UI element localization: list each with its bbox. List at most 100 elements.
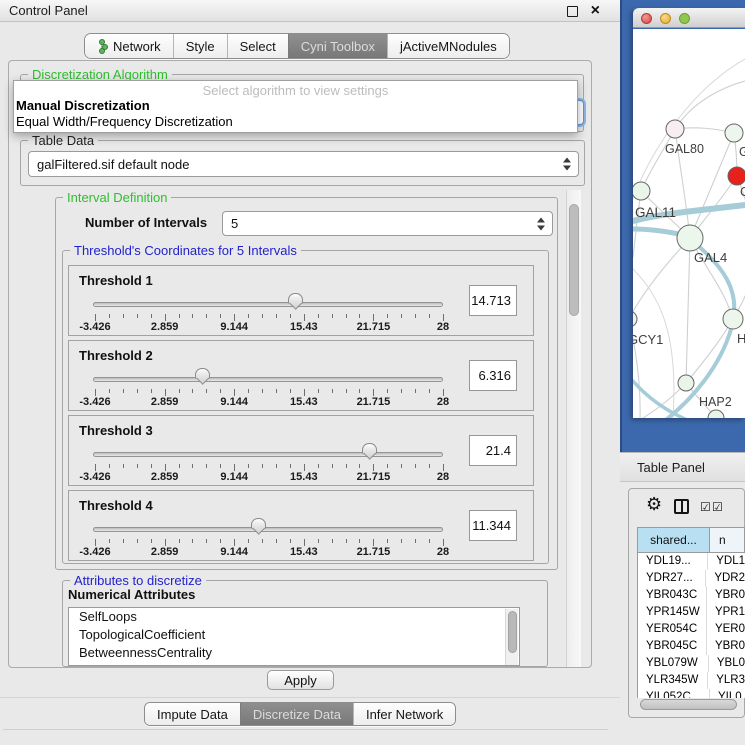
algorithm-option-manual-discretization[interactable]: Manual Discretization xyxy=(14,98,577,114)
cell-shared-name[interactable]: YLR345W xyxy=(638,672,708,689)
threshold-value-field[interactable]: 11.344 xyxy=(469,510,517,541)
slider-thumb[interactable] xyxy=(195,368,210,379)
network-node-gal4[interactable] xyxy=(677,225,703,251)
attribute-item-topologicalcoefficient[interactable]: TopologicalCoefficient xyxy=(69,626,519,644)
slider-track[interactable] xyxy=(93,452,443,457)
threshold-value-field[interactable]: 21.4 xyxy=(469,435,517,466)
tab-style[interactable]: Style xyxy=(173,34,227,58)
tick-label: 9.144 xyxy=(220,546,248,558)
table-row[interactable]: YDR27...YDR2 xyxy=(638,570,745,587)
network-node-gcy1[interactable] xyxy=(633,311,637,327)
cell-name[interactable]: YBR0 xyxy=(707,587,745,604)
cell-shared-name[interactable]: YBR045C xyxy=(638,638,707,655)
algorithm-option-equal-width-frequency-discretization[interactable]: Equal Width/Frequency Discretization xyxy=(14,114,577,130)
network-window-titlebar[interactable] xyxy=(633,8,745,28)
algorithm-dropdown-popup: Select algorithm to view settings Manual… xyxy=(13,80,578,133)
cell-name[interactable]: YBL0 xyxy=(709,655,745,672)
scrollbar-thumb[interactable] xyxy=(508,611,517,653)
float-window-icon[interactable] xyxy=(567,6,578,17)
column-header-shared-name[interactable]: shared... xyxy=(638,528,710,552)
tab-label: Select xyxy=(240,39,276,54)
slider-thumb[interactable] xyxy=(251,518,266,529)
control-panel-title: Control Panel xyxy=(9,3,88,18)
bottom-tab-discretize-data[interactable]: Discretize Data xyxy=(240,703,353,725)
attribute-item-betweennesscentrality[interactable]: BetweennessCentrality xyxy=(69,644,519,662)
checkbox-icon[interactable]: ☑ xyxy=(712,501,723,513)
cell-shared-name[interactable]: YDR27... xyxy=(638,570,706,587)
mac-zoom-button[interactable] xyxy=(679,13,690,24)
numerical-attributes-list[interactable]: SelfLoopsTopologicalCoefficientBetweenne… xyxy=(68,607,520,666)
network-node-hap2[interactable] xyxy=(678,375,694,391)
slider-track[interactable] xyxy=(93,527,443,532)
cell-name[interactable]: YBR0 xyxy=(707,638,745,655)
tick-label: 28 xyxy=(437,546,449,558)
column-header-name[interactable]: n xyxy=(710,528,744,552)
threshold-value-field[interactable]: 14.713 xyxy=(469,285,517,316)
network-node-upper-right[interactable] xyxy=(725,124,743,142)
table-row[interactable]: YLR345WYLR3 xyxy=(638,672,745,689)
mac-minimize-button[interactable] xyxy=(660,13,671,24)
tick-label: 28 xyxy=(437,471,449,483)
cell-shared-name[interactable]: YIL052C xyxy=(638,689,710,698)
table-row[interactable]: YBR043CYBR0 xyxy=(638,587,745,604)
slider-thumb[interactable] xyxy=(362,443,377,454)
network-edge xyxy=(633,191,641,257)
mac-close-button[interactable] xyxy=(641,13,652,24)
node-label-gcy1: GCY1 xyxy=(633,332,663,347)
close-icon[interactable]: × xyxy=(591,1,600,21)
network-edge xyxy=(641,129,675,191)
table-row[interactable]: YDL19...YDL1 xyxy=(638,553,745,570)
tick-label: 28 xyxy=(437,396,449,408)
tick-label: 28 xyxy=(437,321,449,333)
tab-network[interactable]: Network xyxy=(85,34,173,58)
tab-cyni-toolbox[interactable]: Cyni Toolbox xyxy=(288,34,387,58)
scrollbar-thumb[interactable] xyxy=(569,204,579,316)
cell-name[interactable]: YIL0 xyxy=(710,689,745,698)
cyni-bottom-tabs: Impute DataDiscretize DataInfer Network xyxy=(144,702,456,726)
cell-name[interactable]: YDR2 xyxy=(706,570,745,587)
table-row[interactable]: YPR145WYPR1 xyxy=(638,604,745,621)
bottom-tab-impute-data[interactable]: Impute Data xyxy=(145,703,240,725)
cell-shared-name[interactable]: YBL079W xyxy=(638,655,709,672)
cell-name[interactable]: YPR1 xyxy=(707,604,745,621)
network-node-red-node[interactable] xyxy=(728,167,745,185)
checkbox-icon[interactable]: ☑ xyxy=(700,501,711,513)
attributes-group-label: Attributes to discretize xyxy=(70,573,206,588)
cell-shared-name[interactable]: YPR145W xyxy=(638,604,707,621)
network-node-gal80[interactable] xyxy=(666,120,684,138)
gear-icon[interactable]: ⚙ xyxy=(646,494,662,514)
number-of-intervals-combo[interactable]: 5 xyxy=(222,211,553,236)
number-of-intervals-label: Number of Intervals xyxy=(85,215,207,230)
threshold-value-field[interactable]: 6.316 xyxy=(469,360,517,391)
horizontal-scrollbar[interactable] xyxy=(640,699,737,710)
cell-name[interactable]: YER0 xyxy=(707,621,745,638)
apply-button[interactable]: Apply xyxy=(267,670,334,690)
table-row[interactable]: YBR045CYBR0 xyxy=(638,638,745,655)
tab-jactivemnodules[interactable]: jActiveMNodules xyxy=(387,34,509,58)
attribute-item-selfloops[interactable]: SelfLoops xyxy=(69,608,519,626)
cell-name[interactable]: YDL1 xyxy=(708,553,745,570)
content-scrollbar[interactable] xyxy=(566,190,581,667)
slider-thumb[interactable] xyxy=(288,293,303,304)
list-scrollbar[interactable] xyxy=(505,609,518,665)
table-data-combo[interactable]: galFiltered.sif default node xyxy=(28,151,579,177)
table-row[interactable]: YBL079WYBL0 xyxy=(638,655,745,672)
tick-label: 9.144 xyxy=(220,396,248,408)
table-row[interactable]: YER054CYER0 xyxy=(638,621,745,638)
cell-shared-name[interactable]: YER054C xyxy=(638,621,707,638)
bottom-tab-infer-network[interactable]: Infer Network xyxy=(353,703,455,725)
node-label-gal4: GAL4 xyxy=(694,250,727,265)
split-panel-icon[interactable] xyxy=(674,499,689,514)
cell-shared-name[interactable]: YBR043C xyxy=(638,587,707,604)
cell-name[interactable]: YLR3 xyxy=(708,672,745,689)
tab-select[interactable]: Select xyxy=(227,34,288,58)
network-view[interactable]: GAL80GACGAL11GAL4GCY1HHAP2 xyxy=(633,29,745,418)
network-node-gal11[interactable] xyxy=(633,182,650,200)
table-row[interactable]: YIL052CYIL0 xyxy=(638,689,745,698)
network-node-right-mid[interactable] xyxy=(723,309,743,329)
slider-track[interactable] xyxy=(93,302,443,307)
cell-shared-name[interactable]: YDL19... xyxy=(638,553,708,570)
control-panel-tabs: NetworkStyle Select Cyni ToolboxjActiveMNo… xyxy=(84,33,510,59)
threshold-label: Threshold 2 xyxy=(79,348,153,363)
slider-track[interactable] xyxy=(93,377,443,382)
